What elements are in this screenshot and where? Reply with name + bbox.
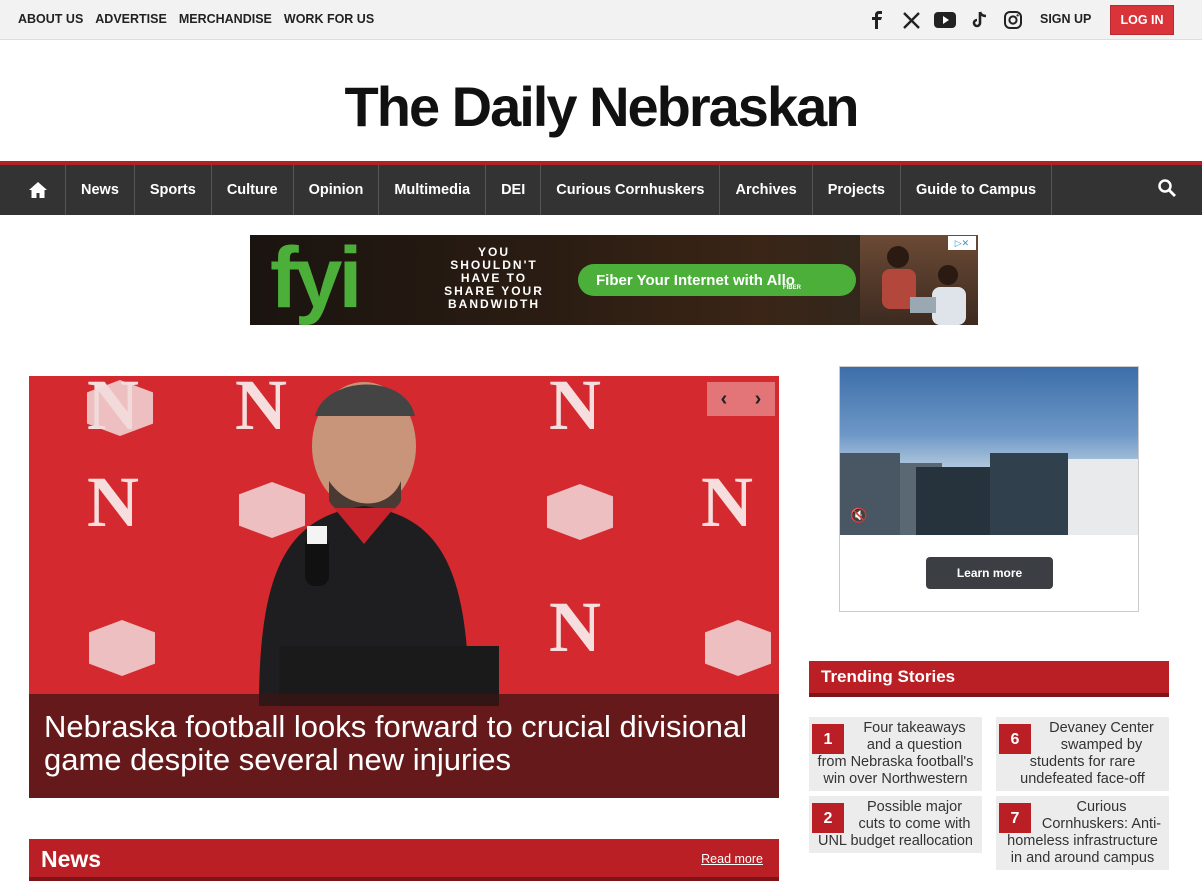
trending-rank: 2 [812, 803, 844, 833]
log-in-button[interactable]: LOG IN [1110, 5, 1174, 35]
slider-prev-button[interactable]: ‹ [707, 382, 741, 416]
ad-cta-button[interactable]: Fiber Your Internet with Allo FIBER [578, 264, 856, 296]
sign-up-link[interactable]: SIGN UP [1040, 12, 1091, 26]
nav-item-culture[interactable]: Culture [212, 165, 294, 215]
news-section-header: News Read more [29, 839, 779, 881]
backdrop-badge [89, 620, 155, 676]
backdrop-badge [705, 620, 771, 676]
banner-ad[interactable]: fyi YOU SHOULDN'T HAVE TO SHARE YOUR BAN… [250, 235, 978, 325]
home-icon [29, 182, 47, 198]
sidebar-ad[interactable]: 🔇 Learn more [839, 366, 1139, 612]
n-logo-icon: N [87, 462, 139, 542]
ad-logo: fyi [270, 235, 362, 325]
search-icon [1158, 179, 1176, 197]
trending-rank: 7 [999, 803, 1031, 833]
nav-item-archives[interactable]: Archives [720, 165, 813, 215]
facebook-icon[interactable] [866, 9, 888, 31]
ad-choices-icon[interactable]: ▷✕ [948, 236, 976, 250]
tiktok-icon[interactable] [968, 9, 990, 31]
work-for-us-link[interactable]: WORK FOR US [284, 12, 374, 26]
youtube-icon[interactable] [934, 9, 956, 31]
coach-photo [259, 382, 499, 706]
nav-item-dei[interactable]: DEI [486, 165, 542, 215]
utility-links: ABOUT US ADVERTISE MERCHANDISE WORK FOR … [18, 12, 374, 26]
nav-home[interactable] [0, 165, 66, 215]
trending-column-left: 1 Four takeaways and a question from Neb… [809, 717, 982, 858]
nav-item-projects[interactable]: Projects [813, 165, 901, 215]
merchandise-link[interactable]: MERCHANDISE [179, 12, 272, 26]
about-us-link[interactable]: ABOUT US [18, 12, 83, 26]
mute-icon[interactable]: 🔇 [850, 507, 867, 524]
chevron-left-icon: ‹ [720, 387, 728, 410]
trending-header: Trending Stories [809, 661, 1169, 697]
sidebar-ad-video[interactable]: 🔇 [840, 367, 1138, 535]
advertise-link[interactable]: ADVERTISE [95, 12, 167, 26]
instagram-icon[interactable] [1002, 9, 1024, 31]
nav-item-multimedia[interactable]: Multimedia [379, 165, 487, 215]
trending-rank: 1 [812, 724, 844, 754]
ad-cta-label: Fiber Your Internet with Allo [596, 271, 795, 289]
learn-more-button[interactable]: Learn more [926, 557, 1053, 589]
nav-item-news[interactable]: News [66, 165, 135, 215]
slider-controls: ‹ › [707, 382, 775, 416]
social-links [866, 9, 1024, 31]
trending-item[interactable]: 7 Curious Cornhuskers: Anti-homeless inf… [996, 796, 1169, 870]
hero-story[interactable]: N N N N N N ‹ › Nebraska football looks … [29, 376, 779, 798]
hero-caption: Nebraska football looks forward to cruci… [29, 694, 779, 798]
nav-item-sports[interactable]: Sports [135, 165, 212, 215]
search-button[interactable] [1158, 179, 1176, 202]
main-nav: News Sports Culture Opinion Multimedia D… [0, 161, 1202, 215]
trending-rank: 6 [999, 724, 1031, 754]
trending-item[interactable]: 2 Possible major cuts to come with UNL b… [809, 796, 982, 853]
trending-item[interactable]: 6 Devaney Center swamped by students for… [996, 717, 1169, 791]
news-read-more-link[interactable]: Read more [701, 852, 763, 866]
masthead: The Daily Nebraskan [0, 41, 1202, 161]
n-logo-icon: N [701, 462, 753, 542]
trending-title: Trending Stories [821, 667, 956, 686]
ad-tagline: YOU SHOULDN'T HAVE TO SHARE YOUR BANDWID… [444, 245, 544, 311]
site-logo[interactable]: The Daily Nebraskan [345, 74, 860, 139]
nav-item-guide-to-campus[interactable]: Guide to Campus [901, 165, 1053, 215]
utility-bar: ABOUT US ADVERTISE MERCHANDISE WORK FOR … [0, 0, 1202, 40]
nav-item-curious-cornhuskers[interactable]: Curious Cornhuskers [541, 165, 721, 215]
ad-cta-sub: FIBER [782, 285, 801, 291]
nav-item-opinion[interactable]: Opinion [294, 165, 380, 215]
trending-item[interactable]: 1 Four takeaways and a question from Neb… [809, 717, 982, 791]
news-section-title: News [41, 846, 102, 872]
hero-headline[interactable]: Nebraska football looks forward to cruci… [44, 710, 764, 776]
chevron-right-icon: › [754, 387, 762, 410]
trending-column-right: 6 Devaney Center swamped by students for… [996, 717, 1169, 875]
x-icon[interactable] [900, 9, 922, 31]
slider-next-button[interactable]: › [741, 382, 775, 416]
